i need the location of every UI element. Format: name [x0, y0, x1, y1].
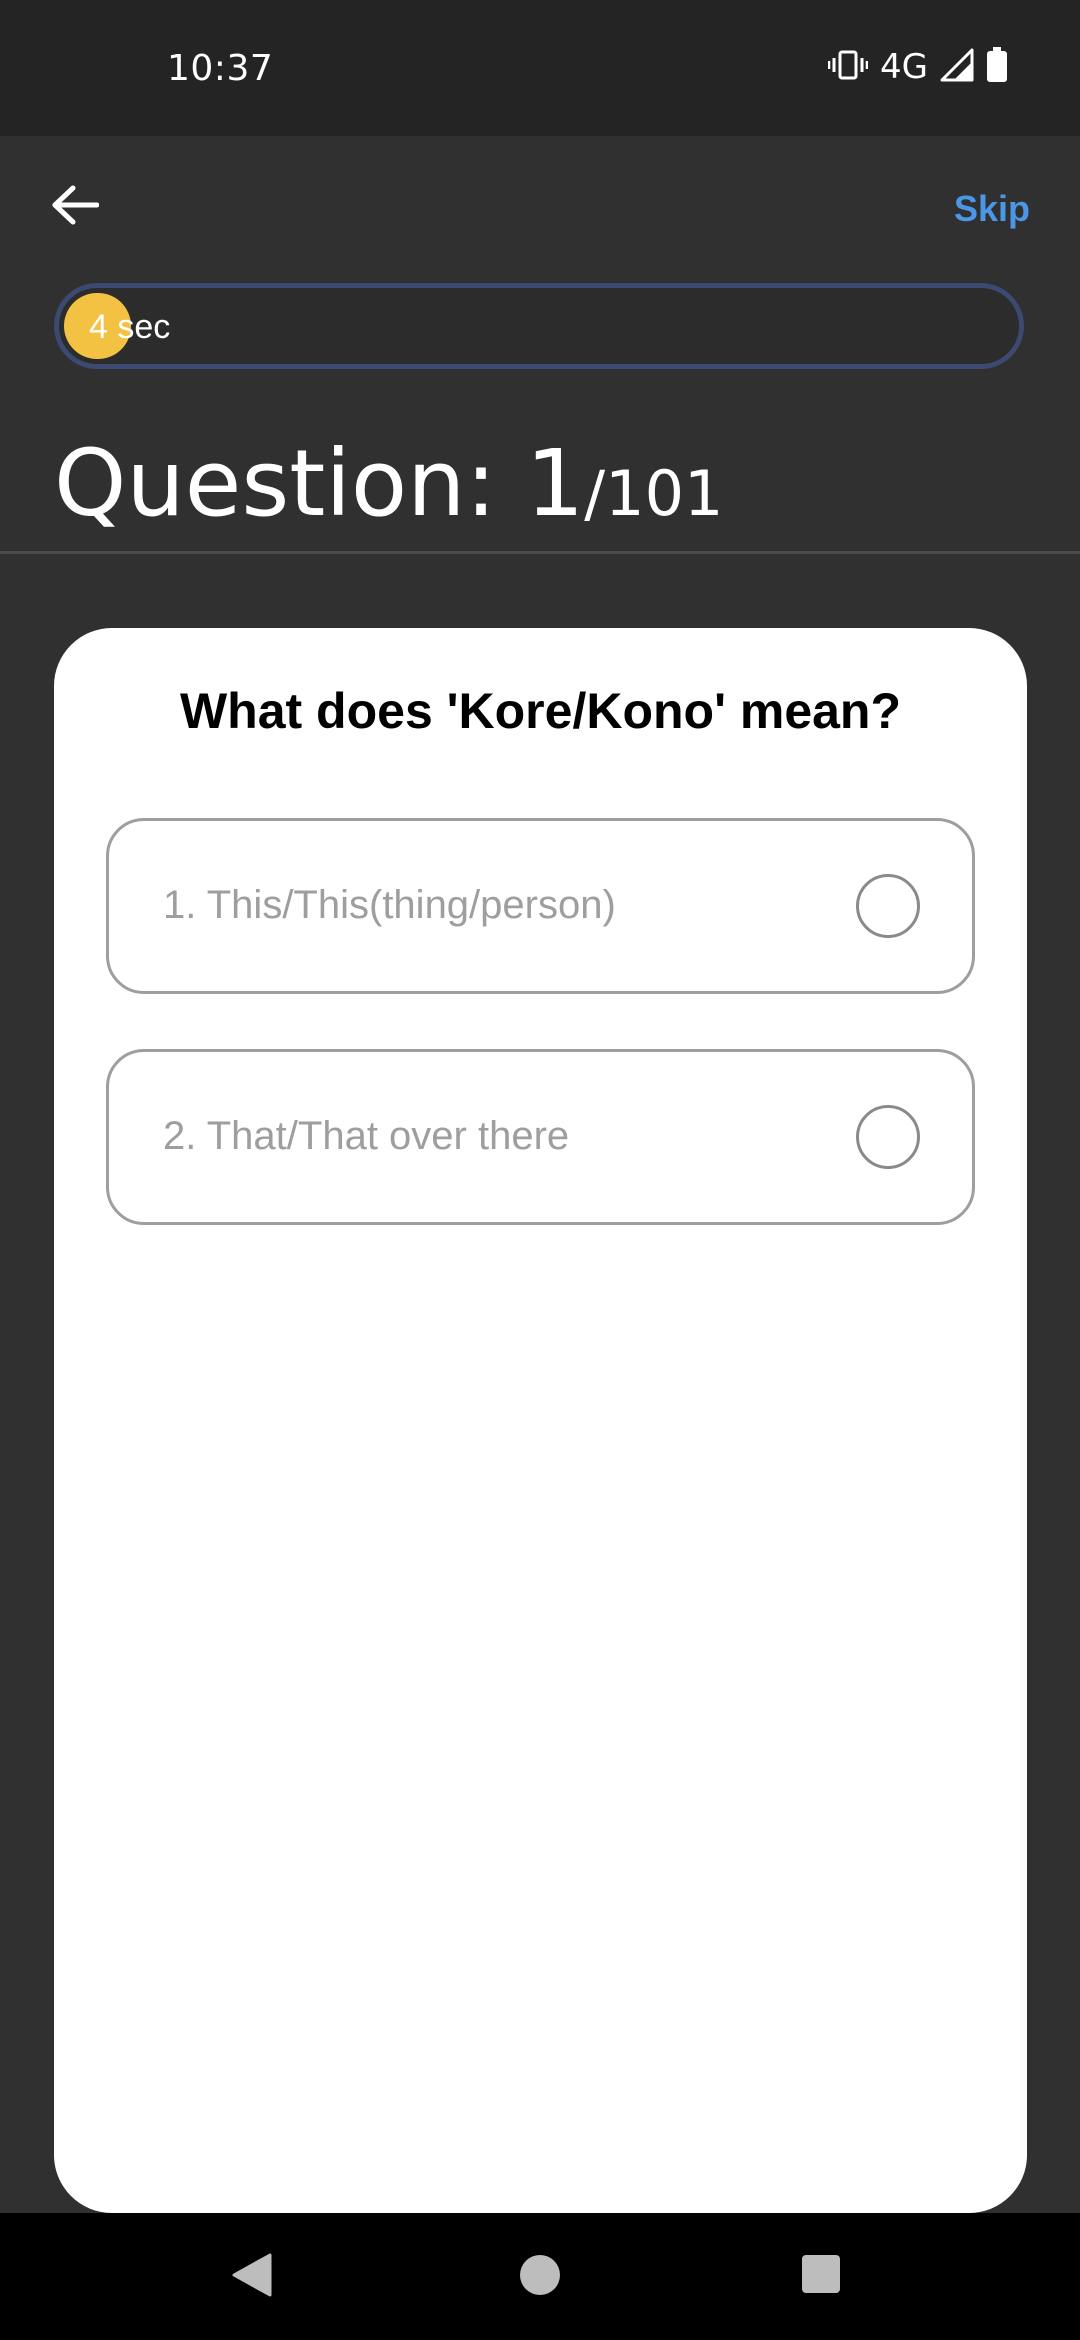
- answer-option-1[interactable]: 1. This/This(thing/person): [106, 818, 975, 994]
- status-time: 10:37: [167, 48, 274, 89]
- question-text: What does 'Kore/Kono' mean?: [179, 683, 902, 739]
- nav-back-icon[interactable]: [232, 2253, 272, 2302]
- radio-button[interactable]: [856, 874, 920, 938]
- nav-home-icon[interactable]: [520, 2255, 560, 2295]
- question-card: What does 'Kore/Kono' mean? 1. This/This…: [54, 628, 1027, 2213]
- answer-option-label: 1. This/This(thing/person): [163, 883, 616, 927]
- radio-button[interactable]: [856, 1105, 920, 1169]
- arrow-left-icon: [51, 185, 100, 230]
- answer-option-2[interactable]: 2. That/That over there: [106, 1049, 975, 1225]
- signal-icon: [940, 48, 974, 87]
- nav-recents-icon[interactable]: [802, 2255, 840, 2293]
- question-total: /101: [584, 457, 724, 530]
- app-bar: Skip: [0, 136, 1080, 286]
- question-number: Question: 1: [54, 430, 585, 537]
- divider: [0, 551, 1080, 554]
- back-button[interactable]: [40, 172, 110, 242]
- status-icons: 4G: [827, 44, 1008, 90]
- answer-option-label: 2. That/That over there: [163, 1114, 570, 1158]
- vibrate-icon: [827, 50, 869, 85]
- network-type: 4G: [880, 47, 928, 87]
- battery-icon: [986, 46, 1008, 88]
- timer-label: 4 sec: [89, 308, 171, 346]
- skip-button[interactable]: Skip: [954, 188, 1030, 230]
- question-counter: Question: 1/101: [54, 430, 724, 537]
- system-nav-bar: [0, 2213, 1080, 2340]
- timer-progress-bar: 4 sec: [54, 283, 1024, 369]
- status-bar: 10:37 4G: [0, 0, 1080, 136]
